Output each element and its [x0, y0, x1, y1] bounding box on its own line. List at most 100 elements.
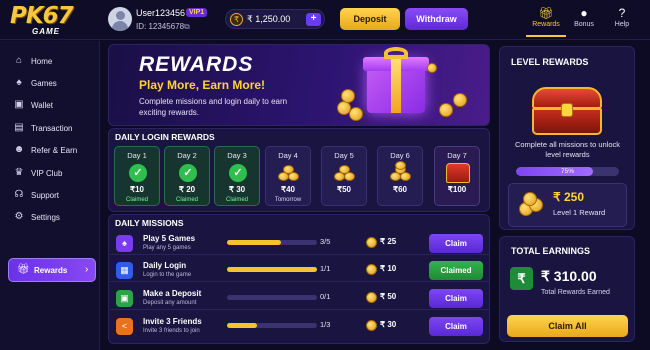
nav-rewards[interactable]: 🎁︎ Rewards [526, 5, 566, 37]
logo-subtext: GAME [32, 27, 60, 36]
mission-progress-text: 1/3 [320, 320, 331, 329]
sidebar-item-support[interactable]: ☊ Support [8, 186, 96, 206]
mission-reward: ₹ 10 [380, 264, 397, 273]
mission-description: Play any 5 games [143, 245, 191, 251]
day-card-3[interactable]: Day 3 ✓ ₹ 30 Claimed [214, 146, 260, 206]
check-icon: ✓ [129, 164, 147, 182]
mission-description: Invite 3 friends to join [143, 328, 200, 334]
treasure-chest-icon [446, 163, 470, 183]
mission-title: Invite 3 Friends [143, 317, 202, 326]
day-label: Day 3 [227, 151, 247, 160]
avatar[interactable] [108, 7, 132, 31]
mission-description: Login to the game [143, 272, 192, 278]
day-card-7[interactable]: Day 7 ₹100 [434, 146, 480, 206]
claim-button[interactable]: Claim [429, 317, 483, 336]
sidebar: ⌂ Home ♠ Games ▣ Wallet ▤ Transaction ☻ Refer… [0, 41, 100, 350]
level-rewards-title: LEVEL REWARDS [511, 57, 589, 67]
sidebar-item-settings[interactable]: ⚙ Settings [8, 208, 96, 228]
deposit-button[interactable]: Deposit [340, 8, 400, 30]
sidebar-item-vip[interactable]: ♛ VIP Club [8, 164, 96, 184]
sidebar-item-home[interactable]: ⌂ Home [8, 52, 96, 72]
gift-box-illustration [363, 47, 429, 113]
gift-icon: 🎁︎ [17, 264, 30, 275]
daily-missions-title: DAILY MISSIONS [115, 218, 184, 228]
total-earnings-label: Total Rewards Earned [541, 289, 610, 296]
sidebar-item-transaction[interactable]: ▤ Transaction [8, 119, 96, 139]
rupee-coin-icon: ₹ [230, 13, 243, 26]
top-bar: PK67 GAME User123456 VIP1 ID: 12345678 ⧉… [0, 0, 650, 40]
claimed-button[interactable]: Claimed [429, 261, 483, 280]
mission-reward: ₹ 30 [380, 320, 397, 329]
coins-icon [523, 192, 537, 206]
day-label: Day 4 [278, 151, 298, 160]
sidebar-item-label: Transaction [31, 124, 73, 133]
coin-icon [366, 264, 377, 275]
sidebar-item-rewards[interactable]: 🎁︎ Rewards › [8, 258, 96, 282]
claim-button[interactable]: Claim [429, 289, 483, 308]
day-label: Day 1 [127, 151, 147, 160]
sidebar-item-label: Settings [31, 213, 60, 222]
day-amount: ₹ 30 [228, 185, 246, 194]
mission-description: Deposit any amount [143, 300, 197, 306]
mission-reward: ₹ 50 [380, 292, 397, 301]
day-label: Day 6 [390, 151, 410, 160]
level-reward-card[interactable]: ₹ 250 Level 1 Reward [508, 183, 627, 227]
nav-bonus[interactable]: ● Bonus [564, 5, 604, 37]
mission-row: ▦ Daily Login Login to the game 1/1 ₹ 10… [110, 259, 490, 282]
total-earnings-panel: TOTAL EARNINGS ₹ ₹ 310.00 Total Rewards … [499, 236, 635, 342]
day-card-5[interactable]: Day 5 ₹50 [321, 146, 367, 206]
help-icon: ? [618, 6, 626, 20]
nav-rewards-label: Rewards [532, 21, 560, 28]
mission-row: < Invite 3 Friends Invite 3 friends to j… [110, 315, 490, 338]
mission-title: Play 5 Games [143, 234, 196, 243]
coin-illustration [349, 107, 363, 121]
mission-progress-bar [227, 295, 317, 300]
withdraw-button[interactable]: Withdraw [405, 8, 468, 30]
coin-illustration [453, 93, 467, 107]
claim-button[interactable]: Claim [429, 234, 483, 253]
mission-progress-bar [227, 240, 317, 245]
add-funds-button[interactable]: + [306, 13, 321, 26]
day-card-4[interactable]: Day 4 ₹40 Tomorrow [265, 146, 311, 206]
sidebar-item-games[interactable]: ♠ Games [8, 74, 96, 94]
day-card-6[interactable]: Day 6 ₹60 [377, 146, 423, 206]
day-card-2[interactable]: Day 2 ✓ ₹ 20 Claimed [164, 146, 210, 206]
copy-icon[interactable]: ⧉ [184, 22, 190, 32]
calendar-icon: ▦ [116, 262, 133, 279]
level-progress-bar: 75% [516, 167, 619, 176]
sidebar-item-label: Home [31, 57, 53, 66]
total-earnings-title: TOTAL EARNINGS [511, 246, 591, 256]
chevron-right-icon: › [85, 264, 89, 275]
claim-all-button[interactable]: Claim All [507, 315, 628, 337]
mission-progress-text: 3/5 [320, 237, 331, 246]
coin-icon [366, 237, 377, 248]
share-icon: < [116, 318, 133, 335]
rewards-hero-banner: REWARDS Play More, Earn More! Complete m… [108, 44, 490, 126]
vip-badge: VIP1 [186, 8, 208, 17]
coin-illustration [427, 63, 437, 73]
sidebar-item-label: Games [31, 79, 57, 88]
coins-icon [390, 161, 412, 182]
mission-title: Daily Login [143, 261, 187, 270]
mission-title: Make a Deposit [143, 289, 202, 298]
total-earnings-amount: ₹ 310.00 [541, 268, 597, 284]
receipt-icon: ▤ [14, 122, 24, 133]
sidebar-item-refer[interactable]: ☻ Refer & Earn [8, 141, 96, 161]
level-progress-text: 75% [560, 168, 574, 175]
brand-logo[interactable]: PK67 GAME [10, 4, 98, 38]
mission-row: ♠ Play 5 Games Play any 5 games 3/5 ₹ 25… [110, 232, 490, 255]
nav-bonus-label: Bonus [574, 21, 594, 28]
day-card-1[interactable]: Day 1 ✓ ₹10 Claimed [114, 146, 160, 206]
chat-bubble-icon: ● [580, 6, 588, 20]
coin-illustration [341, 89, 355, 103]
day-amount: ₹60 [393, 185, 407, 194]
rupee-note-icon: ₹ [510, 267, 533, 290]
username: User123456 [136, 8, 186, 18]
sidebar-item-wallet[interactable]: ▣ Wallet [8, 96, 96, 116]
hero-subtitle: Play More, Earn More! [139, 78, 266, 92]
nav-help[interactable]: ? Help [602, 5, 642, 37]
day-amount: ₹10 [130, 185, 144, 194]
level-rewards-panel: LEVEL REWARDS Complete all missions to u… [499, 46, 635, 230]
day-status: Claimed [125, 197, 148, 203]
level-reward-label: Level 1 Reward [553, 208, 606, 217]
